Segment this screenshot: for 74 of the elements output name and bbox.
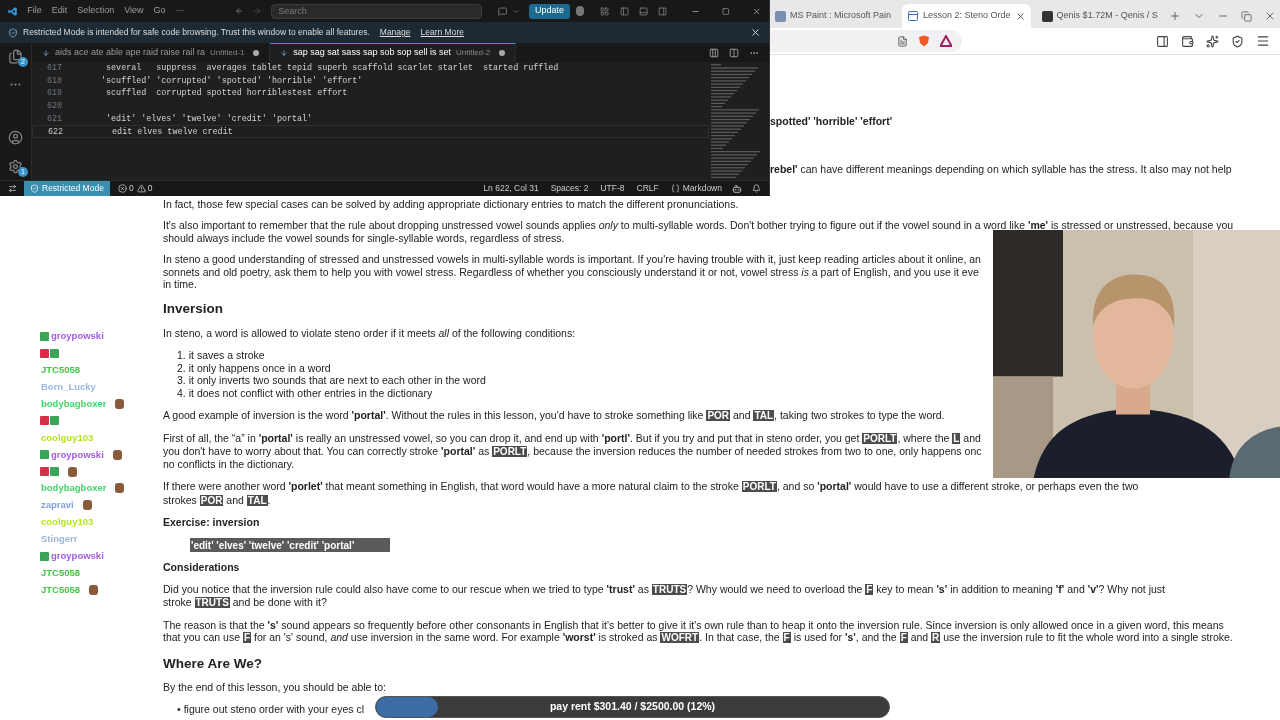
list-item: it saves a stroke — [188, 349, 265, 362]
line-number: 617 — [45, 62, 62, 75]
list-marker: 2. — [177, 361, 186, 375]
paragraph-line: stroke TRUTS and be done with it? — [163, 596, 328, 610]
chat-username[interactable]: groypowski — [51, 447, 104, 462]
paragraph-line: The reason is that the 's' sound appears so frequently before other consonants in English that it's better to give it it's own rule than to heap it onto the inversion rule. Since inversion is only allowed once in a given word, this means — [163, 619, 1225, 632]
error-count: 0 — [128, 182, 134, 195]
menu-item[interactable]: Go — [153, 4, 166, 18]
paragraph-line: It's also important to remember that the rule about dropping unstressed vowel sounds applies only to multi-syllable words. Don't bother trying to figure out if the vowel sound in a word like 'me' is stressed or unstressed, because you — [163, 219, 1235, 232]
browser-tab[interactable]: Qenis $1.72M - Qenis / S — [1036, 4, 1163, 28]
restricted-mode-button[interactable]: Restricted Mode — [24, 181, 110, 196]
paragraph-line: In steno, a word is allowed to violate steno order if it meets all of the following conditions: — [163, 326, 577, 340]
browser-tab[interactable]: Lesson 2: Steno Orde — [902, 4, 1031, 28]
code-line: edit elves twelve credit — [111, 126, 233, 138]
browser-tab[interactable]: MS Paint : Microsoft Pain — [770, 4, 897, 28]
list-marker: • — [177, 703, 181, 716]
paragraph-line: should always include the vowel sounds for single-syllable words, regardless of stress. — [163, 231, 566, 244]
update-button[interactable]: Update — [529, 3, 571, 19]
code-line: scuffled corrupted spotted horriblestest effort — [105, 87, 348, 101]
code-line: several suppress averages tablet tepid superb scaffold scarlet starlet started ruffled — [105, 62, 559, 75]
list-item: it only happens once in a word — [188, 361, 331, 375]
banner-link[interactable]: Learn More — [420, 26, 464, 39]
paragraph-line: that you can use F for an 's' sound, and use inversion in the same word. For example 'worst' is stroked as WOFRT. In that case, the F is used for 's', and the F and R use the inversion rule to fit the whole word into a single stroke. — [163, 631, 1234, 645]
line-number: 621 — [45, 112, 62, 126]
paragraph-line: In steno a good understanding of stressed and unstressed vowels in multi-syllable words is important. If you're having trouble with it, just keep reading articles about it online, an — [163, 253, 982, 266]
chat-username[interactable]: groypowski — [51, 548, 104, 564]
code-line: 'edit' 'elves' 'twelve' 'credit' 'portal' — [105, 112, 313, 126]
paragraph-line: spotted' 'horrible' 'effort' — [770, 115, 894, 128]
line-number: 620 — [45, 100, 62, 113]
chat-username[interactable]: groypowski — [51, 329, 104, 344]
answer-field[interactable]: 'edit' 'elves' 'twelve' 'credit' 'portal' — [190, 538, 390, 553]
paragraph-line: In fact, those few special cases can be solved by adding appropriate dictionary entries to match the different pronunciations. — [163, 197, 740, 210]
editor-tab[interactable]: sap sag sat sass sap sob sop sell is set Untitled-2 — [270, 43, 517, 62]
paragraph-line: sonnets and old poetry, ask them to help you with vowel stress. Regardless of whether you consciously understand it or not, vowel stress is a part of English, and you use it eve — [163, 265, 980, 279]
menu-item[interactable]: File — [27, 4, 42, 18]
subsection-heading: Considerations — [163, 561, 241, 574]
paragraph-line: By the end of this lesson, you should be able to: — [163, 681, 387, 694]
list-marker: 3. — [177, 374, 186, 387]
paragraph-line: no conflicts in the dictionary. — [163, 458, 296, 471]
list-item: figure out steno order with your eyes cl — [183, 703, 365, 716]
section-heading: Where Are We? — [163, 654, 264, 672]
code-line: 'scuffled' 'corrupted' 'spotted' 'horrible' 'effort' — [100, 74, 363, 88]
line-number: 618 — [45, 74, 62, 88]
warning-count: 0 — [147, 182, 153, 195]
paragraph-line: rebel' can have different meanings depending on which syllable has the stress. It also may not help — [770, 163, 1233, 176]
search-field[interactable]: Search — [271, 3, 483, 19]
line-number: 622 — [46, 126, 63, 138]
line-number: 619 — [45, 87, 62, 101]
menu-item[interactable]: Selection — [77, 4, 115, 18]
tab-file-name: Untitled-2 — [455, 47, 491, 59]
goal-text: pay rent $301.40 / $2500.00 (12%) — [549, 699, 716, 715]
menu-item[interactable]: ··· — [175, 4, 185, 18]
paragraph-line: in time. — [163, 278, 198, 291]
status-item[interactable]: Ln 622, Col 31 — [483, 182, 539, 195]
menu-item[interactable]: View — [124, 4, 144, 18]
list-marker: 4. — [177, 386, 186, 400]
paragraph-line: Did you notice that the inversion rule could also have come to our rescue when we tried to type 'trust' as TRUTS? Why would we need to overload the F key to mean 's' in addition to meaning 'f' and 'v'? Why not just — [163, 582, 1167, 597]
banner-link[interactable]: Manage — [379, 26, 411, 39]
tab-title: sap sag sat sass sap sob sop sell is set — [293, 46, 451, 60]
subsection-heading: Exercise: inversion — [163, 515, 261, 529]
status-item[interactable]: UTF-8 — [600, 182, 625, 195]
list-marker: 1. — [177, 349, 186, 362]
list-item: it only inverts two sounds that are next to each other in the word — [188, 374, 486, 387]
language-mode[interactable]: Markdown — [682, 182, 722, 195]
section-heading: Inversion — [163, 300, 225, 318]
list-item: it does not conflict with other entries in the dictionary — [188, 386, 433, 400]
status-item[interactable]: CRLF — [636, 182, 659, 195]
paragraph-line: If there were another word 'porlet' that meant something in English, that word would have a more natural claim to the stroke PORLT, and so 'portal' would have to use a different stroke, or perhaps even the two — [163, 480, 1140, 494]
tab-file-name: Untitled-1 — [210, 46, 245, 59]
menu-item[interactable]: Edit — [51, 4, 68, 18]
paragraph-line: strokes POR and TAL. — [163, 493, 272, 507]
banner-text: Restricted Mode is intended for safe code browsing. Trust this window to enable all features. — [23, 26, 370, 39]
status-item[interactable]: Spaces: 2 — [550, 182, 589, 195]
tab-title: aids ace ate able ape raid raise rail ra — [55, 45, 206, 59]
